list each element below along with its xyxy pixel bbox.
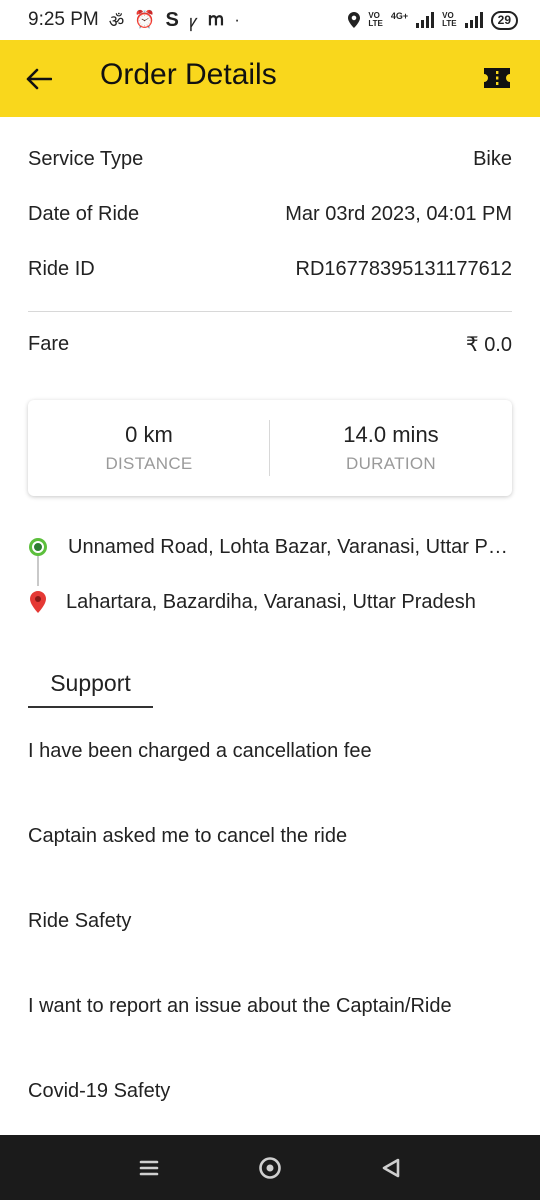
- notification-icon: ॐ: [108, 11, 125, 31]
- app-s-icon: S: [165, 8, 179, 31]
- status-bar: 9:25 PM ॐ ⏰ S ꝩ ⅿ · VO LTE 4G+ VO LTE 29: [0, 0, 540, 40]
- home-button[interactable]: [257, 1155, 283, 1181]
- back-nav-button[interactable]: [378, 1155, 404, 1181]
- drop-address: Lahartara, Bazardiha, Varanasi, Uttar Pr…: [66, 590, 476, 613]
- app-bar: Order Details: [0, 40, 540, 117]
- pickup-address: Unnamed Road, Lohta Bazar, Varanasi, Utt…: [68, 535, 512, 558]
- tab-support[interactable]: Support: [28, 658, 153, 708]
- status-left: 9:25 PM ॐ ⏰ S ꝩ ⅿ ·: [28, 9, 240, 32]
- status-right: VO LTE 4G+ VO LTE 29: [348, 10, 518, 30]
- support-item-report-issue[interactable]: I want to report an issue about the Capt…: [28, 986, 512, 1026]
- menu-lines-icon: [139, 1160, 159, 1176]
- stats-divider: [269, 420, 270, 476]
- more-notifications-icon: ·: [234, 10, 240, 29]
- detail-label: Service Type: [28, 147, 144, 170]
- drop-pin-icon: [30, 591, 46, 613]
- detail-row-ride-id: Ride ID RD16778395131177612: [28, 254, 512, 284]
- ticket-icon: [484, 68, 510, 88]
- volte-2-label: VO LTE: [442, 11, 457, 28]
- pickup-location: Unnamed Road, Lohta Bazar, Varanasi, Utt…: [28, 532, 512, 562]
- distance-stat: 0 km DISTANCE: [28, 400, 270, 496]
- detail-value: Bike: [473, 147, 512, 170]
- support-item-captain-cancel[interactable]: Captain asked me to cancel the ride: [28, 816, 512, 856]
- detail-label: Ride ID: [28, 257, 95, 280]
- system-nav-bar: [0, 1135, 540, 1200]
- detail-row-service-type: Service Type Bike: [28, 144, 512, 174]
- detail-row-date-of-ride: Date of Ride Mar 03rd 2023, 04:01 PM: [28, 199, 512, 229]
- network-4g-label: 4G+: [390, 10, 409, 21]
- divider: [28, 311, 512, 312]
- pickup-dot-icon: [29, 538, 47, 556]
- volte-1-label: VO LTE: [368, 11, 383, 28]
- page-title: Order Details: [100, 58, 277, 91]
- signal-2-icon: [464, 12, 483, 28]
- gmail-icon: ⅿ: [207, 10, 225, 29]
- back-button[interactable]: [20, 60, 58, 98]
- fare-label: Fare: [28, 332, 70, 355]
- support-item-ride-safety[interactable]: Ride Safety: [28, 901, 512, 941]
- status-time: 9:25 PM: [28, 9, 99, 30]
- distance-value: 0 km: [125, 422, 173, 447]
- duration-value: 14.0 mins: [343, 422, 439, 447]
- detail-value: Mar 03rd 2023, 04:01 PM: [285, 202, 512, 225]
- alarm-icon: ⏰: [134, 10, 156, 29]
- location-icon: [348, 12, 361, 28]
- app-notification-icon: ꝩ: [188, 11, 198, 31]
- fare-value: ₹ 0.0: [465, 333, 512, 356]
- back-triangle-icon: [382, 1158, 400, 1178]
- recents-button[interactable]: [136, 1155, 162, 1181]
- duration-stat: 14.0 mins DURATION: [270, 400, 512, 496]
- support-item-covid-safety[interactable]: Covid-19 Safety: [28, 1071, 512, 1111]
- fare-row: Fare ₹ 0.0: [28, 329, 512, 359]
- route-line: [37, 556, 39, 586]
- support-item-cancellation-fee[interactable]: I have been charged a cancellation fee: [28, 731, 512, 771]
- ride-stats-card: 0 km DISTANCE 14.0 mins DURATION: [28, 400, 512, 496]
- ticket-button[interactable]: [482, 66, 512, 92]
- detail-label: Date of Ride: [28, 202, 140, 225]
- home-circle-icon: [259, 1157, 281, 1179]
- signal-1-icon: [416, 12, 435, 28]
- duration-label: DURATION: [346, 454, 436, 473]
- battery-icon: 29: [490, 10, 518, 30]
- distance-label: DISTANCE: [105, 454, 193, 473]
- drop-location: Lahartara, Bazardiha, Varanasi, Uttar Pr…: [28, 587, 512, 617]
- back-arrow-icon: [26, 68, 52, 90]
- detail-value: RD16778395131177612: [295, 257, 513, 280]
